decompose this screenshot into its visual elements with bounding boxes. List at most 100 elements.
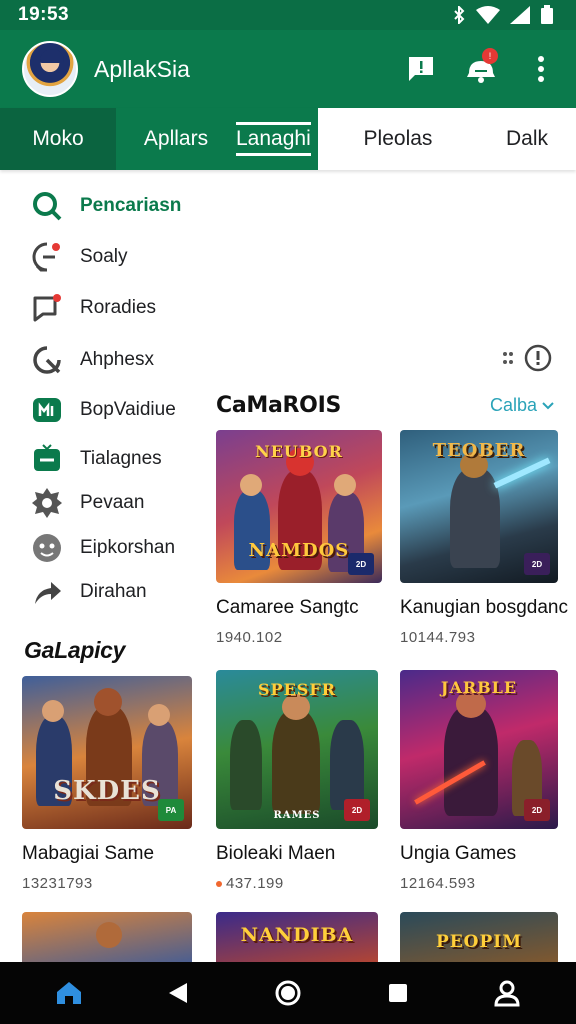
rating-badge: PA [158, 799, 184, 821]
game-meta: 13231793 [22, 875, 93, 892]
avatar[interactable] [22, 41, 78, 97]
status-dot [216, 881, 222, 888]
menu-label: Ahphesx [80, 349, 154, 370]
game-title: Ungia Games [400, 843, 517, 864]
menu-item-pencariasn[interactable]: Pencariasn [30, 186, 181, 226]
system-nav-bar [0, 962, 576, 1024]
game-title: Camaree Sangtc [216, 597, 359, 618]
game-thumbnail: TEOBER 2D [400, 430, 558, 583]
game-meta: 437.199 [216, 875, 378, 892]
circle-home-icon [275, 980, 301, 1006]
more-vert-icon [538, 56, 544, 82]
battery-icon [541, 5, 553, 24]
tab-label: Dalk [505, 127, 548, 150]
tab-bar: Moko Apllars Lanaghi Pleolas Dalk [0, 108, 576, 170]
home-button[interactable] [266, 971, 310, 1015]
app-bar: ApllakSia ! [0, 30, 576, 108]
menu-item-ahphesx[interactable]: Ahphesx [30, 340, 154, 380]
menu-label: Pencariasn [80, 195, 182, 216]
chat-icon [30, 240, 64, 274]
info-icon[interactable] [524, 344, 552, 372]
see-all-link[interactable]: Calba [490, 395, 554, 416]
thumbnail-banner: JARBLE [440, 678, 518, 697]
menu-item-dirahan[interactable]: Dirahan [30, 572, 147, 612]
see-all-label: Calba [490, 395, 538, 415]
game-thumbnail: JARBLE 2D [400, 670, 558, 829]
game-meta: 1940.102 [216, 629, 283, 646]
rating-badge: 2D [524, 799, 550, 821]
signal-icon [510, 6, 530, 24]
menu-label: Soaly [80, 246, 128, 267]
thumbnail-banner: TEOBER [432, 440, 526, 461]
section-title-galapicy: GaLapicy [24, 637, 126, 663]
home-nav-button[interactable] [47, 971, 91, 1015]
status-icons [452, 5, 554, 25]
thumbnail-banner: NANDIBA [240, 924, 354, 946]
profile-button[interactable] [485, 971, 529, 1015]
menu-item-tialagnes[interactable]: Tialagnes [30, 439, 162, 479]
game-meta-value: 437.199 [226, 875, 284, 892]
notification-badge: ! [482, 48, 498, 64]
menu-item-soaly[interactable]: Soaly [30, 237, 128, 277]
back-button[interactable] [156, 971, 200, 1015]
game-card[interactable]: SPESFR RAMES 2D Bioleaki Maen 437.199 [216, 670, 378, 892]
game-thumbnail: SPESFR RAMES 2D [216, 670, 378, 829]
game-card[interactable]: TEOBER 2D Kanugian bosgdanc 10144.793 [400, 430, 568, 646]
feedback-button[interactable] [404, 52, 438, 86]
wifi-icon [476, 6, 500, 24]
back-icon [169, 983, 188, 1003]
tab-label: Moko [32, 127, 84, 150]
menu-label: Dirahan [80, 581, 147, 602]
menu-label: Pevaan [80, 492, 145, 513]
tab-pleolas[interactable]: Pleolas [318, 108, 478, 170]
menu-item-bopvaidiue[interactable]: BopVaidiue [30, 390, 176, 430]
section-title-camarois: CaMaROIS [216, 393, 342, 418]
compass-icon [30, 343, 64, 377]
menu-item-pevaan[interactable]: Pevaan [30, 483, 144, 523]
game-card[interactable]: NEUBOR NAMDOS 2D Camaree Sangtc 1940.102 [216, 430, 382, 646]
menu-label: Eipkorshan [80, 537, 176, 558]
game-meta: 10144.793 [400, 629, 476, 646]
tab-apllars[interactable]: Apllars [116, 108, 236, 170]
status-bar: 19:53 [0, 0, 576, 30]
menu-label: Tialagnes [80, 448, 162, 469]
more-options-button[interactable] [524, 52, 558, 86]
inbox-icon [30, 442, 64, 476]
notifications-button[interactable]: ! [464, 48, 498, 86]
share-icon [30, 575, 64, 609]
tab-dalk[interactable]: Dalk [478, 108, 576, 170]
status-time: 19:53 [18, 4, 70, 25]
menu-label: BopVaidiue [80, 399, 176, 420]
game-thumbnail: SKDES PA [22, 676, 192, 829]
tab-label: Lanaghi [236, 122, 311, 156]
recents-button[interactable] [376, 971, 420, 1015]
home-icon [56, 982, 81, 1004]
app-title: ApllakSia [94, 55, 190, 82]
tab-lanaghi[interactable]: Lanaghi [236, 108, 318, 170]
feedback-icon [409, 57, 433, 81]
game-title: Bioleaki Maen [216, 843, 336, 864]
game-card[interactable]: SKDES PA Mabagiai Same 13231793 [22, 676, 192, 892]
bluetooth-icon [454, 6, 465, 24]
gamepad-icon [30, 393, 64, 427]
thumbnail-banner: PEOPIM [435, 932, 523, 952]
rating-badge: 2D [344, 799, 370, 821]
menu-item-eipkorshan[interactable]: Eipkorshan [30, 528, 175, 568]
face-icon [30, 531, 64, 565]
menu-label: Roradies [80, 297, 157, 318]
tab-label: Apllars [143, 127, 209, 150]
tab-label: Pleolas [363, 127, 433, 150]
game-title: Mabagiai Same [22, 843, 155, 864]
game-thumbnail: NEUBOR NAMDOS 2D [216, 430, 382, 583]
game-card[interactable]: JARBLE 2D Ungia Games 12164.593 [400, 670, 558, 892]
tab-moko[interactable]: Moko [0, 108, 116, 170]
right-actions [502, 344, 552, 372]
search-icon [30, 189, 64, 223]
rating-badge: 2D [348, 553, 374, 575]
menu-item-roradies[interactable]: Roradies [30, 288, 156, 328]
drag-handle-icon[interactable] [502, 350, 514, 366]
rating-badge: 2D [524, 553, 550, 575]
thumbnail-banner: NEUBOR [255, 442, 343, 461]
game-title: Kanugian bosgdanc [400, 597, 568, 618]
person-icon [494, 980, 520, 1007]
